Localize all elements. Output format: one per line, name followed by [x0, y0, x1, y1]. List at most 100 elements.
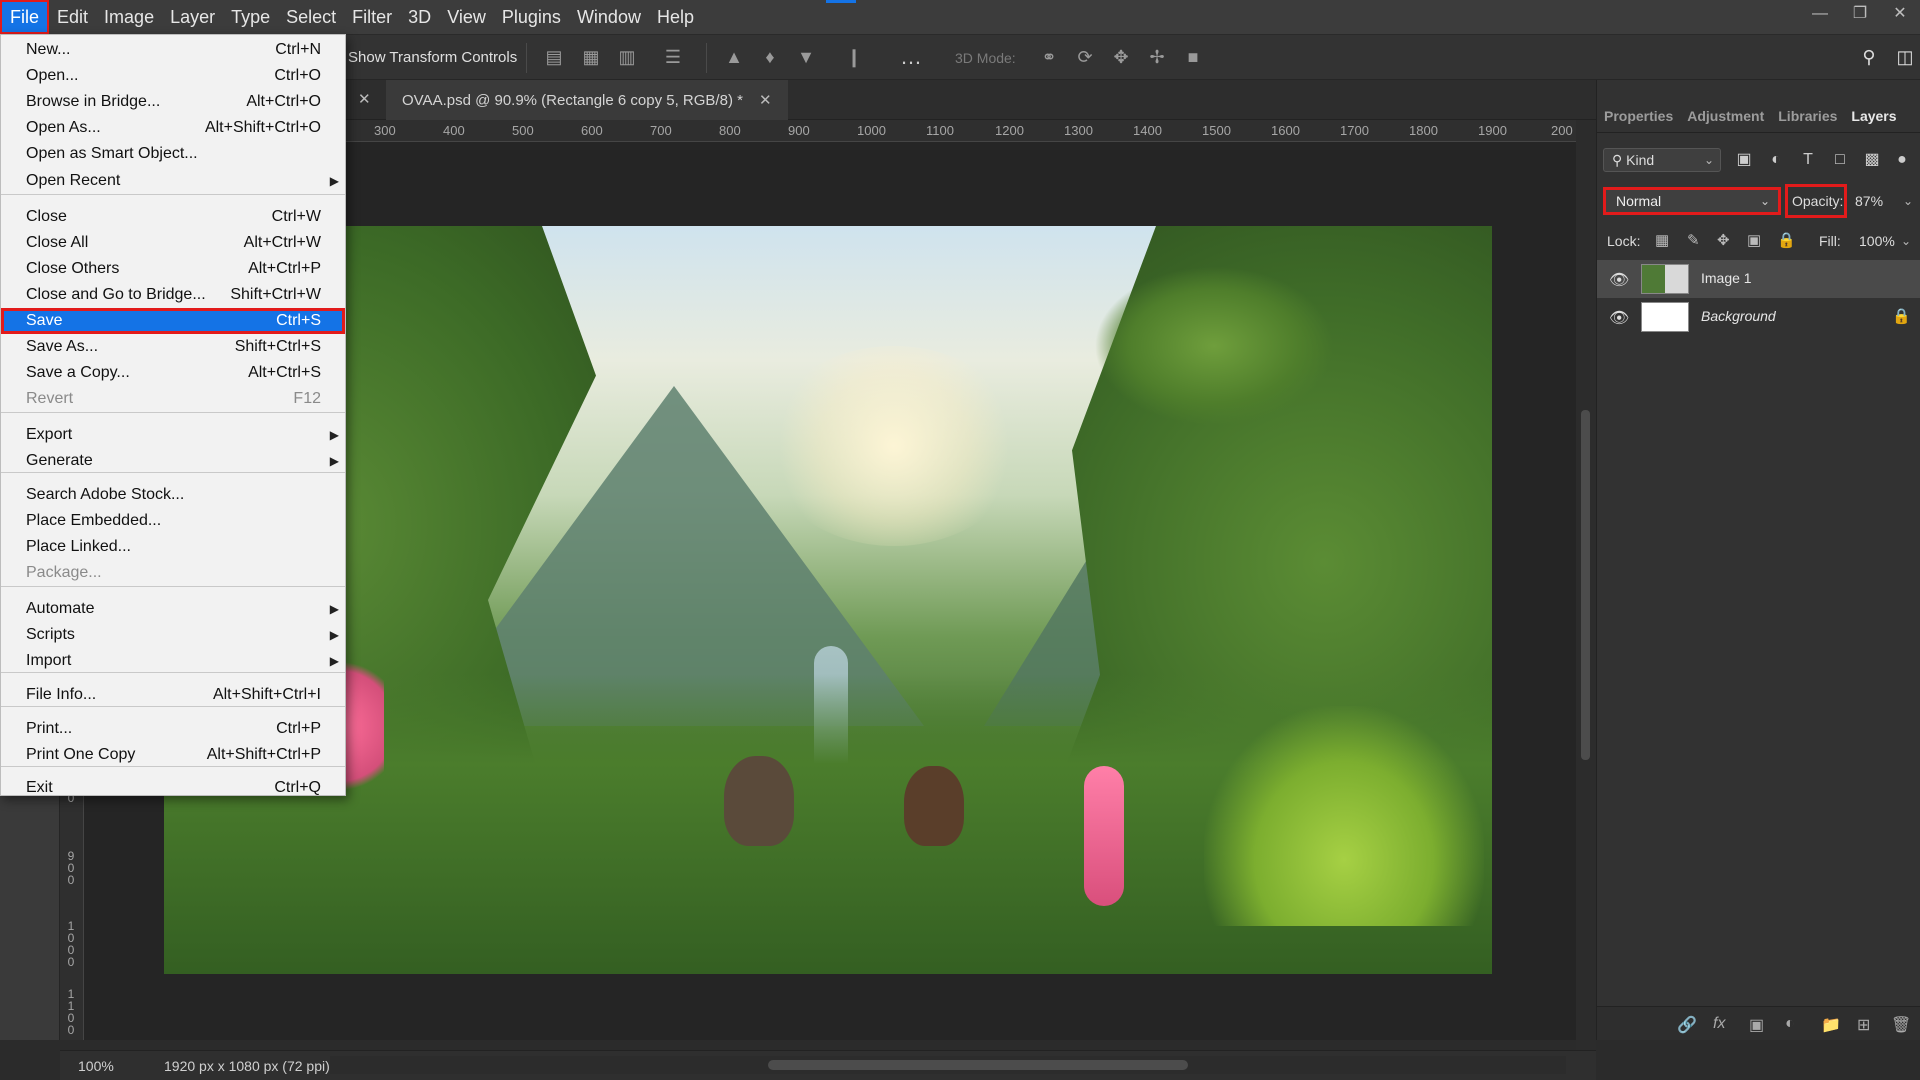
align-middle-icon[interactable]: ♦ [759, 46, 781, 68]
menu-3d[interactable]: 3D [400, 0, 439, 34]
vertical-scrollbar[interactable] [1576, 120, 1596, 1050]
lock-artboard-icon[interactable]: ▣ [1747, 230, 1761, 252]
menu-edit[interactable]: Edit [49, 0, 96, 34]
filter-toggle-icon[interactable]: ● [1889, 148, 1915, 172]
layer-row-image-1[interactable]: 👁 Image 1 [1597, 260, 1920, 298]
menu-item-automate[interactable]: Automate ▶ [1, 596, 345, 622]
menu-item-save-as[interactable]: Save As... Shift+Ctrl+S [1, 334, 345, 360]
lock-position-icon[interactable]: ✥ [1717, 230, 1730, 252]
shape-filter-icon[interactable]: □ [1827, 148, 1853, 172]
menu-item-print-one-copy[interactable]: Print One Copy Alt+Shift+Ctrl+P [1, 742, 345, 768]
minimize-icon[interactable]: — [1800, 0, 1840, 30]
menu-item-close-all[interactable]: Close All Alt+Ctrl+W [1, 230, 345, 256]
menu-item-export[interactable]: Export ▶ [1, 422, 345, 448]
menu-item-file-info[interactable]: File Info... Alt+Shift+Ctrl+I [1, 682, 345, 708]
fx-icon[interactable]: fx [1713, 1015, 1725, 1033]
link-icon[interactable]: 🔗 [1677, 1015, 1697, 1035]
lock-icon[interactable]: 🔒 [1892, 307, 1911, 325]
adjustment-filter-icon[interactable]: ◐ [1763, 148, 1789, 172]
menu-item-scripts[interactable]: Scripts ▶ [1, 622, 345, 648]
horizontal-scrollbar[interactable] [330, 1056, 1566, 1074]
blend-mode-select[interactable]: Normal ⌄ [1603, 187, 1781, 215]
layer-row-background[interactable]: 👁 Background 🔒 [1597, 298, 1920, 336]
menu-item-search-adobe-stock[interactable]: Search Adobe Stock... [1, 482, 345, 508]
show-transform-controls-label[interactable]: Show Transform Controls [348, 49, 517, 66]
menu-image[interactable]: Image [96, 0, 162, 34]
document-tab[interactable]: OVAA.psd @ 90.9% (Rectangle 6 copy 5, RG… [386, 80, 788, 120]
align-top-icon[interactable]: ▲ [723, 46, 745, 68]
menu-item-revert[interactable]: Revert F12 [1, 386, 345, 412]
menu-item-close-and-go-to-bridge[interactable]: Close and Go to Bridge... Shift+Ctrl+W [1, 282, 345, 308]
chevron-down-icon[interactable]: ⌄ [1901, 230, 1911, 252]
type-filter-icon[interactable]: T [1795, 148, 1821, 172]
menu-help[interactable]: Help [649, 0, 702, 34]
scale-3d-icon[interactable]: ■ [1182, 46, 1204, 68]
align-bottom-icon[interactable]: ▼ [795, 46, 817, 68]
tab-adjustment[interactable]: Adjustment [1680, 100, 1771, 132]
search-icon[interactable]: ⚲ [1858, 46, 1880, 68]
align-right-icon[interactable]: ▥ [616, 46, 638, 68]
menu-item-exit[interactable]: Exit Ctrl+Q [1, 775, 345, 801]
tab-libraries[interactable]: Libraries [1771, 100, 1844, 132]
eye-icon[interactable]: 👁 [1609, 308, 1629, 328]
menu-item-open-as-smart-object[interactable]: Open as Smart Object... [1, 141, 345, 167]
scroll-thumb[interactable] [1581, 410, 1590, 760]
more-icon[interactable]: … [900, 46, 922, 68]
kind-filter-select[interactable]: ⚲ Kind ⌄ [1603, 148, 1721, 172]
menu-item-close[interactable]: Close Ctrl+W [1, 204, 345, 230]
restore-icon[interactable]: ❐ [1840, 0, 1880, 30]
adjustment-icon[interactable]: ◐ [1785, 1015, 1795, 1033]
workspace-icon[interactable]: ◫ [1894, 46, 1916, 68]
menu-item-open-recent[interactable]: Open Recent ▶ [1, 168, 345, 194]
menu-select[interactable]: Select [278, 0, 344, 34]
lock-transparent-icon[interactable]: ▦ [1655, 230, 1669, 252]
menu-filter[interactable]: Filter [344, 0, 400, 34]
pan-3d-icon[interactable]: ✥ [1110, 46, 1132, 68]
close-icon[interactable]: ✕ [1880, 0, 1920, 30]
menu-item-package[interactable]: Package... [1, 560, 345, 586]
menu-file[interactable]: File [0, 0, 50, 34]
tab-properties[interactable]: Properties [1597, 100, 1680, 132]
slide-3d-icon[interactable]: ✢ [1146, 46, 1168, 68]
menu-item-open[interactable]: Open... Ctrl+O [1, 63, 345, 89]
close-icon[interactable]: ✕ [759, 91, 772, 109]
roll-3d-icon[interactable]: ⟳ [1074, 46, 1096, 68]
menu-item-import[interactable]: Import ▶ [1, 648, 345, 674]
menu-type[interactable]: Type [223, 0, 278, 34]
align-center-icon[interactable]: ▦ [580, 46, 602, 68]
menu-item-print[interactable]: Print... Ctrl+P [1, 716, 345, 742]
orbit-3d-icon[interactable]: ⚭ [1038, 46, 1060, 68]
lock-all-icon[interactable]: 🔒 [1777, 230, 1796, 252]
zoom-level[interactable]: 100% [78, 1058, 114, 1074]
menu-item-place-embedded[interactable]: Place Embedded... [1, 508, 345, 534]
menu-item-generate[interactable]: Generate ▶ [1, 448, 345, 474]
menu-layer[interactable]: Layer [162, 0, 223, 34]
eye-icon[interactable]: 👁 [1609, 270, 1629, 290]
close-tab-icon[interactable]: ✕ [358, 90, 371, 108]
menu-item-new[interactable]: New... Ctrl+N [1, 37, 345, 63]
menu-item-place-linked[interactable]: Place Linked... [1, 534, 345, 560]
image-filter-icon[interactable]: ▣ [1731, 148, 1757, 172]
menu-item-save-a-copy[interactable]: Save a Copy... Alt+Ctrl+S [1, 360, 345, 386]
smart-object-filter-icon[interactable]: ▩ [1859, 148, 1885, 172]
align-left-icon[interactable]: ▤ [543, 46, 565, 68]
menu-item-browse-in-bridge[interactable]: Browse in Bridge... Alt+Ctrl+O [1, 89, 345, 115]
document-image[interactable] [164, 226, 1492, 974]
distribute-vertical-icon[interactable]: ❙ [843, 46, 865, 68]
menu-item-save[interactable]: Save Ctrl+S [1, 308, 345, 334]
scroll-thumb[interactable] [768, 1060, 1188, 1070]
tab-layers[interactable]: Layers [1844, 100, 1903, 132]
trash-icon[interactable]: 🗑 [1891, 1015, 1911, 1035]
distribute-icon[interactable]: ☰ [662, 46, 684, 68]
fill-value[interactable]: 100% [1859, 230, 1895, 252]
folder-icon[interactable]: 📁 [1821, 1015, 1841, 1035]
menu-window[interactable]: Window [569, 0, 649, 34]
opacity-input[interactable]: 87% ⌄ [1849, 190, 1913, 212]
new-layer-icon[interactable]: ⊞ [1857, 1015, 1870, 1035]
menu-plugins[interactable]: Plugins [494, 0, 569, 34]
menu-item-open-as[interactable]: Open As... Alt+Shift+Ctrl+O [1, 115, 345, 141]
menu-view[interactable]: View [439, 0, 494, 34]
menu-item-close-others[interactable]: Close Others Alt+Ctrl+P [1, 256, 345, 282]
mask-icon[interactable]: ▣ [1749, 1015, 1764, 1035]
lock-paint-icon[interactable]: ✎ [1687, 230, 1700, 252]
